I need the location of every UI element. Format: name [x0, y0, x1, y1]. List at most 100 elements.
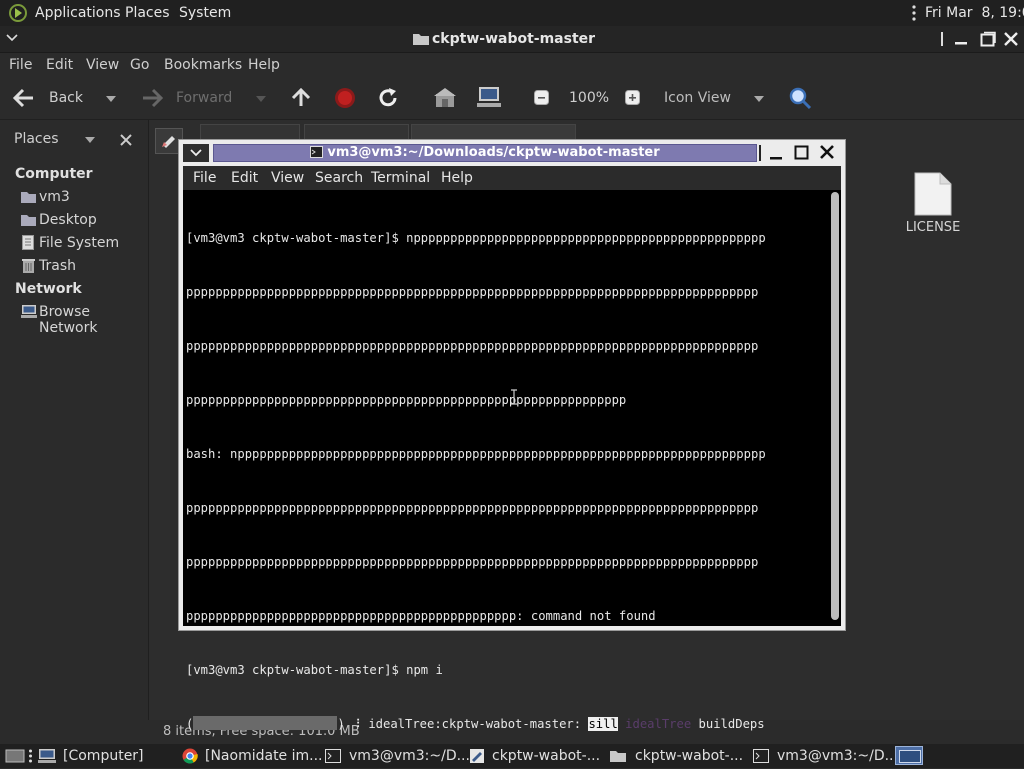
terminal-menu-file[interactable]: File	[193, 166, 216, 190]
terminal-line: pppppppppppppppppppppppppppppppppppppppp…	[186, 393, 627, 407]
home-icon[interactable]	[434, 88, 456, 108]
zoom-out-icon[interactable]	[534, 90, 549, 105]
folder-task-icon	[610, 749, 626, 762]
top-panel: Applications Places System Fri Mar 8, 19…	[0, 0, 1024, 26]
taskbar-item-computer[interactable]: [Computer]	[63, 744, 144, 768]
terminal-maximize-button[interactable]	[794, 144, 810, 160]
file-name: LICENSE	[905, 220, 961, 235]
terminal-line: pppppppppppppppppppppppppppppppppppppppp…	[186, 609, 656, 623]
stop-icon[interactable]	[334, 87, 356, 109]
sidebar-section-computer: Computer	[15, 166, 93, 182]
npm-stage: idealTree	[625, 717, 692, 731]
computer-task-icon	[38, 749, 56, 763]
terminal-line: bash: nppppppppppppppppppppppppppppppppp…	[186, 447, 766, 461]
forward-button: Forward	[176, 90, 233, 106]
search-icon[interactable]	[788, 86, 812, 110]
terminal-menubar: File Edit View Search Terminal Help	[183, 166, 841, 190]
menu-go[interactable]: Go	[130, 53, 149, 77]
npm-spinner: ⠸	[352, 717, 361, 731]
sidebar-close-icon[interactable]	[120, 134, 132, 146]
back-button[interactable]: Back	[49, 77, 83, 119]
terminal-menu-terminal[interactable]: Terminal	[371, 166, 430, 190]
forward-dropdown-icon	[255, 95, 267, 103]
editor-task-icon	[469, 748, 485, 764]
terminal-line: pppppppppppppppppppppppppppppppppppppppp…	[186, 555, 759, 569]
taskbar-item-browser[interactable]: [Naomidate im...	[205, 744, 323, 768]
computer-icon[interactable]	[477, 86, 501, 108]
text-cursor-icon	[510, 389, 518, 405]
npm-progress-bar	[193, 716, 338, 730]
terminal-line: pppppppppppppppppppppppppppppppppppppppp…	[186, 501, 759, 515]
terminal-output[interactable]: [vm3@vm3 ckptw-wabot-master]$ nppppppppp…	[183, 190, 841, 731]
taskbar-item-editor[interactable]: ckptw-wabot-...	[492, 744, 600, 768]
terminal-scrollbar[interactable]	[831, 192, 839, 620]
show-desktop-icon[interactable]	[5, 749, 25, 763]
terminal-menu-search[interactable]: Search	[315, 166, 363, 190]
back-arrow-icon[interactable]	[13, 88, 35, 108]
back-dropdown-icon[interactable]	[105, 95, 117, 103]
terminal-title: vm3@vm3:~/Downloads/ckptw-wabot-master	[327, 145, 660, 160]
npm-progress-text: idealTree:ckptw-wabot-master:	[368, 717, 582, 731]
workspace-switcher[interactable]	[895, 746, 923, 765]
close-button[interactable]	[1003, 31, 1019, 47]
network-icon	[21, 305, 37, 318]
taskbar-item-terminal-2[interactable]: vm3@vm3:~/D...	[777, 744, 898, 768]
workspace-1-icon	[899, 750, 921, 763]
taskbar-item-terminal-1[interactable]: vm3@vm3:~/D...	[349, 744, 470, 768]
terminal-window-menu-chevron-icon[interactable]	[183, 144, 209, 162]
terminal-close-button[interactable]	[819, 144, 835, 160]
sidebar-item-trash[interactable]: Trash	[39, 258, 76, 274]
view-mode-label[interactable]: Icon View	[664, 77, 731, 119]
terminal-titlebar[interactable]: vm3@vm3:~/Downloads/ckptw-wabot-master	[213, 144, 757, 162]
npm-message: buildDeps	[698, 717, 765, 731]
npm-progress-line: () ⠸ idealTree:ckptw-wabot-master: sill …	[186, 715, 826, 733]
maximize-button[interactable]	[980, 31, 996, 47]
terminal-menu-edit[interactable]: Edit	[231, 166, 258, 190]
file-item-license[interactable]: LICENSE	[897, 172, 969, 242]
terminal-small-icon	[310, 146, 324, 158]
file-manager-titlebar[interactable]: ckptw-wabot-master	[0, 26, 1024, 53]
menu-view[interactable]: View	[86, 53, 119, 77]
minimize-button[interactable]	[954, 32, 968, 46]
view-mode-dropdown-icon[interactable]	[753, 95, 765, 103]
clock[interactable]: Fri Mar 8, 19:03	[925, 0, 1024, 26]
distro-logo-icon[interactable]	[8, 3, 28, 23]
system-menu[interactable]: System	[179, 0, 231, 26]
home-folder-icon	[21, 190, 36, 203]
forward-arrow-icon	[141, 88, 163, 108]
reload-icon[interactable]	[377, 87, 399, 109]
terminal-line: pppppppppppppppppppppppppppppppppppppppp…	[186, 285, 759, 299]
taskbar: [Computer] [Naomidate im... vm3@vm3:~/D.…	[0, 744, 1024, 768]
sidebar-dropdown-icon[interactable]	[85, 137, 95, 144]
places-menu[interactable]: Places	[125, 0, 170, 26]
chrome-icon	[182, 748, 198, 764]
terminal-minimize-button[interactable]	[769, 145, 783, 161]
taskbar-item-file-manager[interactable]: ckptw-wabot-...	[635, 744, 743, 768]
terminal-menu-view[interactable]: View	[271, 166, 304, 190]
sidebar-item-vm3[interactable]: vm3	[39, 189, 70, 205]
terminal-menu-help[interactable]: Help	[441, 166, 473, 190]
applications-menu[interactable]: Applications	[35, 0, 121, 26]
sidebar-item-desktop[interactable]: Desktop	[39, 212, 97, 228]
menu-file[interactable]: File	[9, 53, 32, 77]
terminal-line: [vm3@vm3 ckptw-wabot-master]$ npm i	[186, 663, 443, 677]
taskbar-grip-icon	[28, 749, 33, 763]
sidebar-item-file-system[interactable]: File System	[39, 235, 119, 251]
filesystem-icon	[22, 235, 34, 250]
zoom-in-icon[interactable]	[625, 90, 640, 105]
file-manager-menubar: File Edit View Go Bookmarks Help	[0, 53, 1024, 77]
desktop-folder-icon	[21, 213, 36, 226]
panel-options-icon[interactable]	[911, 5, 917, 21]
window-menu-chevron-icon[interactable]	[6, 34, 18, 42]
menu-bookmarks[interactable]: Bookmarks	[164, 53, 242, 77]
up-arrow-icon[interactable]	[290, 86, 312, 108]
menu-edit[interactable]: Edit	[46, 53, 73, 77]
terminal-window[interactable]: vm3@vm3:~/Downloads/ckptw-wabot-master F…	[178, 139, 846, 731]
menu-help[interactable]: Help	[248, 53, 280, 77]
sidebar-item-browse-network[interactable]: Browse Network	[39, 304, 148, 336]
text-file-icon	[914, 172, 952, 216]
file-manager-title: ckptw-wabot-master	[432, 31, 596, 47]
terminal-resize-grip-icon	[759, 145, 761, 161]
sidebar-header-label[interactable]: Places	[14, 131, 59, 147]
sidebar-section-network: Network	[15, 281, 82, 297]
